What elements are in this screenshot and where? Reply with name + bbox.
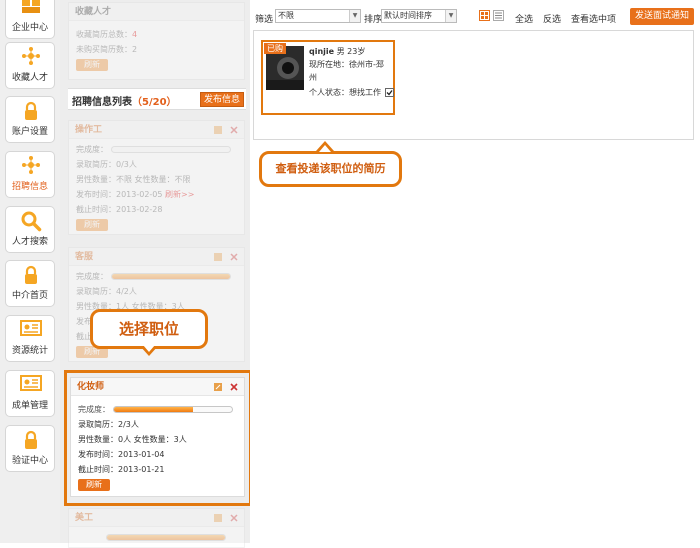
- collect-refresh-button[interactable]: 刷新: [76, 59, 108, 71]
- nav-label: 资源统计: [11, 346, 48, 356]
- collect-panel: 收藏人才 收藏简历总数：4 未购买简历数：2 刷新: [68, 2, 245, 80]
- resume-card[interactable]: 已购 qinjie 男 23岁 现所在地：徐州市-邳 州 个人状态：想找工作: [261, 40, 395, 115]
- candidate-location-cont: 州: [309, 73, 317, 82]
- candidate-name-row: qinjie 男 23岁: [309, 47, 366, 56]
- edit-icon[interactable]: [214, 253, 222, 261]
- nav-item-verification-center[interactable]: 验证中心: [5, 425, 55, 472]
- resume-row: 录取简历：0/3人: [76, 160, 137, 169]
- job-list-header: 招聘信息列表（5/20） 发布信息: [68, 88, 246, 110]
- callout-view-resumes: 查看投递该职位的简历: [259, 141, 402, 187]
- list-view-icon[interactable]: [493, 10, 504, 21]
- nav-label: 人才搜索: [11, 237, 48, 247]
- job-list-title: 招聘信息列表（5/20）: [72, 97, 177, 108]
- lock-icon: [6, 429, 56, 455]
- resume-row: 录取简历：4/2人: [76, 287, 137, 296]
- id-card-icon: [6, 374, 56, 400]
- progress-bar: [110, 146, 231, 153]
- resume-area: 筛选 不限 ▼ 排序 默认时间排序 ▼ 全选 反选 查看选中项 发送面试通知 已购 …: [250, 0, 700, 543]
- view-selected-link[interactable]: 查看选中项: [571, 12, 616, 25]
- chevron-down-icon: ▼: [445, 10, 456, 22]
- sort-label: 排序: [364, 15, 383, 25]
- candidate-status: 个人状态：想找工作: [309, 88, 381, 97]
- unbought-row: 未购买简历数：2: [76, 45, 138, 54]
- progress-bar: [106, 534, 226, 541]
- publish-date-row: 发布时间：2013-02-05 刷新>>: [76, 190, 195, 199]
- refresh-link[interactable]: 刷新>>: [165, 190, 194, 199]
- nav-label: 招聘信息: [11, 182, 48, 192]
- send-interview-notice-button[interactable]: 发送面试通知: [629, 8, 694, 25]
- edit-icon[interactable]: [214, 514, 222, 522]
- id-card-icon: [6, 319, 56, 345]
- nav-item-enterprise-center[interactable]: 企业中心: [5, 0, 55, 39]
- nav-label: 收藏人才: [11, 73, 48, 83]
- lock-icon: [6, 264, 56, 290]
- invert-link[interactable]: 反选: [543, 12, 561, 25]
- callout-tail: [143, 345, 155, 352]
- search-icon: [6, 210, 56, 236]
- job-title: 操作工: [69, 121, 244, 139]
- chevron-down-icon: ▼: [349, 10, 360, 22]
- select-all-link[interactable]: 全选: [515, 12, 533, 25]
- job-title: 美工: [69, 509, 244, 527]
- nav-label: 账户设置: [11, 127, 48, 137]
- close-icon[interactable]: [230, 253, 238, 261]
- nav-item-resource-stats[interactable]: 资源统计: [5, 315, 55, 362]
- filter-select[interactable]: 不限 ▼: [275, 9, 361, 23]
- nav-label: 中介首页: [11, 291, 48, 301]
- purchased-badge: 已购: [264, 43, 286, 54]
- job-title: 客服: [69, 248, 244, 266]
- resume-total-row: 收藏简历总数：4: [76, 30, 138, 39]
- candidate-location: 现所在地：徐州市-邳: [309, 60, 384, 69]
- job-refresh-button[interactable]: 刷新: [76, 219, 108, 231]
- progress-fill: [107, 535, 225, 540]
- sort-select[interactable]: 默认时间排序 ▼: [381, 9, 457, 23]
- filter-bar: 筛选 不限 ▼ 排序 默认时间排序 ▼ 全选 反选 查看选中项 发送面试通知: [250, 6, 700, 28]
- nav-item-recruitment-info[interactable]: 招聘信息: [5, 151, 55, 198]
- grid-view-icon[interactable]: [479, 10, 490, 21]
- job-card[interactable]: 操作工 完成度： 录取简历：0/3人 男性数量：不限 女性数量：不限 发布时间：…: [68, 120, 245, 235]
- job-card[interactable]: 美工: [68, 508, 245, 548]
- close-icon[interactable]: [230, 514, 238, 522]
- selection-highlight: [64, 370, 252, 506]
- briefcase-icon: [6, 0, 56, 22]
- resume-checkbox[interactable]: [385, 88, 394, 97]
- left-nav: 企业中心 收藏人才 账户设置 招聘信息 人才搜索 中介首页 资源统计 成单管理 …: [0, 0, 60, 543]
- close-icon[interactable]: [230, 126, 238, 134]
- candidate-name[interactable]: qinjie: [309, 47, 334, 56]
- edit-icon[interactable]: [214, 126, 222, 134]
- nav-item-collected-talent[interactable]: 收藏人才: [5, 42, 55, 89]
- nav-label: 企业中心: [11, 23, 48, 33]
- publish-button[interactable]: 发布信息: [199, 92, 244, 107]
- nav-label: 验证中心: [11, 456, 48, 466]
- nav-item-account-settings[interactable]: 账户设置: [5, 96, 55, 143]
- network-icon: [6, 46, 56, 72]
- progress-row: 完成度：: [69, 142, 244, 157]
- callout-tail: [319, 145, 331, 152]
- deadline-row: 截止时间：2013-02-28: [76, 205, 163, 214]
- nav-label: 成单管理: [11, 401, 48, 411]
- nav-item-agency-home[interactable]: 中介首页: [5, 260, 55, 307]
- progress-row: 完成度：: [69, 269, 244, 284]
- collect-title: 收藏人才: [69, 3, 244, 21]
- filter-label: 筛选: [255, 15, 274, 25]
- progress-bar: [110, 273, 231, 280]
- resume-list: 已购 qinjie 男 23岁 现所在地：徐州市-邳 州 个人状态：想找工作: [253, 30, 694, 140]
- progress-fill: [111, 274, 230, 279]
- callout-select-job: 选择职位: [90, 309, 208, 356]
- nav-item-talent-search[interactable]: 人才搜索: [5, 206, 55, 253]
- lock-icon: [6, 100, 56, 126]
- gender-row: 男性数量：不限 女性数量：不限: [76, 175, 191, 184]
- network-icon: [6, 155, 56, 181]
- nav-item-order-management[interactable]: 成单管理: [5, 370, 55, 417]
